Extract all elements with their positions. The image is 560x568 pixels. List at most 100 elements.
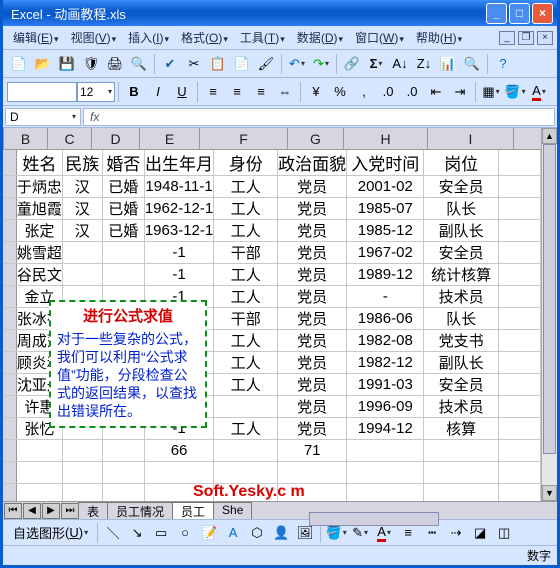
menu-edit[interactable]: 编辑(E)▾	[7, 27, 65, 48]
sort-desc-icon[interactable]: Z↓	[413, 53, 435, 75]
scroll-thumb[interactable]	[543, 144, 556, 454]
row-header[interactable]	[3, 220, 16, 242]
sheet-tab[interactable]: She	[213, 502, 252, 520]
cell[interactable]	[102, 462, 144, 484]
menu-window[interactable]: 窗口(W)▾	[349, 27, 410, 48]
cell[interactable]: 核算	[424, 418, 499, 440]
cell[interactable]	[102, 440, 144, 462]
row-header[interactable]	[3, 176, 16, 198]
menu-tools[interactable]: 工具(T)▾	[234, 27, 291, 48]
rectangle-icon[interactable]: ▭	[150, 522, 172, 544]
cell[interactable]: 1985-12	[347, 220, 424, 242]
column-header[interactable]: I	[428, 128, 514, 149]
cell[interactable]	[62, 242, 102, 264]
fx-icon[interactable]: fx	[84, 110, 105, 124]
header-cell[interactable]: 民族	[62, 150, 102, 176]
cell[interactable]: 已婚	[102, 198, 144, 220]
cell[interactable]	[424, 462, 499, 484]
cell[interactable]: 工人	[214, 418, 278, 440]
cell[interactable]	[102, 484, 144, 502]
cell[interactable]: -1	[144, 264, 213, 286]
cell[interactable]	[347, 484, 424, 502]
cell[interactable]	[499, 220, 541, 242]
underline-icon[interactable]: U	[171, 81, 193, 103]
cell[interactable]	[499, 198, 541, 220]
cell[interactable]: 汉	[62, 220, 102, 242]
paste-icon[interactable]: 📄	[231, 53, 253, 75]
sort-asc-icon[interactable]: A↓	[389, 53, 411, 75]
redo-icon[interactable]: ↷▾	[310, 53, 332, 75]
hscroll-thumb[interactable]	[309, 512, 439, 526]
cell[interactable]: 安全员	[424, 242, 499, 264]
cell[interactable]: 党员	[278, 198, 347, 220]
cell[interactable]	[214, 440, 278, 462]
cell[interactable]	[214, 396, 278, 418]
sheet-tab[interactable]: 员工	[172, 502, 214, 520]
cell[interactable]: 工人	[214, 176, 278, 198]
oval-icon[interactable]: ○	[174, 522, 196, 544]
align-center-icon[interactable]: ≡	[226, 81, 248, 103]
header-cell[interactable]: 姓名	[16, 150, 62, 176]
column-header[interactable]: F	[200, 128, 288, 149]
cell[interactable]: 技术员	[424, 396, 499, 418]
preview-icon[interactable]: 🔍	[128, 53, 150, 75]
cell[interactable]: 党员	[278, 330, 347, 352]
cell[interactable]	[16, 484, 62, 502]
cell[interactable]: 张定	[16, 220, 62, 242]
row-header[interactable]	[3, 462, 16, 484]
cell[interactable]: 1982-12	[347, 352, 424, 374]
cell[interactable]	[499, 352, 541, 374]
column-header[interactable]: J	[514, 128, 541, 149]
cell[interactable]	[62, 264, 102, 286]
undo-icon[interactable]: ↶▾	[286, 53, 308, 75]
formula-input[interactable]: fx	[83, 108, 555, 126]
shadow-icon[interactable]: ◪	[469, 522, 491, 544]
cell[interactable]: 1985-07	[347, 198, 424, 220]
cell[interactable]: 姚雪超	[16, 242, 62, 264]
row-header[interactable]	[3, 242, 16, 264]
row-header[interactable]	[3, 352, 16, 374]
cell[interactable]	[62, 440, 102, 462]
3d-icon[interactable]: ◫	[493, 522, 515, 544]
cell[interactable]: 工人	[214, 286, 278, 308]
decrease-indent-icon[interactable]: ⇤	[425, 81, 447, 103]
minimize-button[interactable]: _	[486, 3, 507, 24]
cell[interactable]: 党员	[278, 242, 347, 264]
cut-icon[interactable]: ✂	[183, 53, 205, 75]
font-color-icon[interactable]: A▾	[528, 81, 550, 103]
permission-icon[interactable]: 🛡	[80, 53, 102, 75]
clipart-icon[interactable]: 👤	[270, 522, 292, 544]
cell[interactable]: 1962-12-1	[144, 198, 213, 220]
cell[interactable]: 副队长	[424, 352, 499, 374]
cell[interactable]	[347, 440, 424, 462]
column-header[interactable]: E	[140, 128, 200, 149]
cell[interactable]: 党员	[278, 264, 347, 286]
cell[interactable]	[347, 462, 424, 484]
diagram-icon[interactable]: ⬡	[246, 522, 268, 544]
cell[interactable]: 党员	[278, 220, 347, 242]
column-header[interactable]: C	[48, 128, 92, 149]
cell[interactable]	[16, 462, 62, 484]
cell[interactable]	[499, 484, 541, 502]
cell[interactable]: 工人	[214, 330, 278, 352]
arrow-icon[interactable]: ↘	[126, 522, 148, 544]
cell[interactable]: 工人	[214, 352, 278, 374]
comma-icon[interactable]: ,	[353, 81, 375, 103]
row-header[interactable]	[3, 308, 16, 330]
header-cell[interactable]: 入党时间	[347, 150, 424, 176]
cell[interactable]: 党员	[278, 418, 347, 440]
name-box[interactable]: D▾	[5, 108, 81, 126]
cell[interactable]	[499, 396, 541, 418]
cell[interactable]: 2001-02	[347, 176, 424, 198]
open-icon[interactable]: 📂	[32, 53, 54, 75]
autosum-icon[interactable]: Σ▾	[365, 53, 387, 75]
font-size-combo[interactable]: 12▾	[77, 82, 115, 102]
cell[interactable]: 干部	[214, 242, 278, 264]
cell[interactable]: 71	[278, 440, 347, 462]
cell[interactable]: 1982-08	[347, 330, 424, 352]
cell[interactable]	[499, 286, 541, 308]
row-header[interactable]	[3, 374, 16, 396]
cell[interactable]: -1	[144, 242, 213, 264]
cell[interactable]: 1996-09	[347, 396, 424, 418]
save-icon[interactable]: 💾	[56, 53, 78, 75]
